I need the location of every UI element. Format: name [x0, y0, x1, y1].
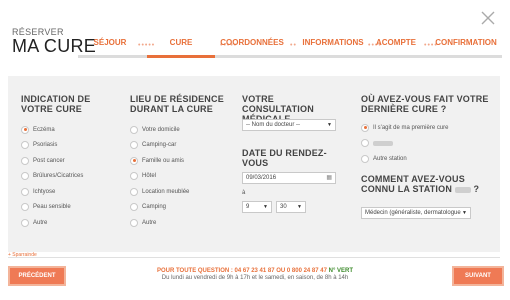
option-camping[interactable]: Camping	[130, 200, 230, 216]
option-brulures[interactable]: Brûlures/Cicatrices	[21, 169, 121, 185]
option-location[interactable]: Location meublée	[130, 184, 230, 200]
radio-icon[interactable]	[21, 187, 29, 196]
radio-icon[interactable]	[130, 187, 138, 196]
radio-icon[interactable]	[130, 218, 138, 227]
radio-icon[interactable]	[361, 139, 369, 148]
radio-icon[interactable]	[361, 123, 369, 132]
step-separator: •••••	[138, 42, 156, 49]
step-acompte[interactable]: ACOMPTE	[376, 38, 416, 47]
contact-info: POUR TOUTE QUESTION : 04 67 23 41 87 OU …	[110, 268, 400, 281]
option-domicile[interactable]: Votre domicile	[130, 122, 230, 138]
phone-free-label: N° VERT	[328, 268, 354, 274]
radio-icon[interactable]	[21, 218, 29, 227]
date-title: DATE DU RENDEZ-VOUS	[242, 148, 327, 168]
next-button[interactable]: SUIVANT	[452, 266, 504, 286]
knowledge-select[interactable]: Médecin (généraliste, dermatologue ▼	[361, 207, 471, 219]
option-autre[interactable]: Autre	[21, 215, 121, 231]
form-panel: INDICATION DE VOTRE CURE Eczéma Psoriasi…	[8, 76, 500, 252]
last-cure-section: OÙ AVEZ-VOUS FAIT VOTRE DERNIÈRE CURE ? …	[361, 94, 491, 167]
radio-icon[interactable]	[130, 203, 138, 212]
active-step-indicator	[147, 55, 215, 58]
option-post-cancer[interactable]: Post cancer	[21, 153, 121, 169]
indication-section: INDICATION DE VOTRE CURE Eczéma Psoriasi…	[21, 94, 121, 231]
knowledge-section: COMMENT AVEZ-VOUS CONNU LA STATION ?	[361, 174, 491, 194]
chevron-down-icon: ▼	[263, 204, 268, 210]
radio-icon[interactable]	[361, 154, 369, 163]
chevron-down-icon: ▼	[297, 204, 302, 210]
residence-title: LIEU DE RÉSIDENCE DURANT LA CURE	[130, 94, 224, 114]
residence-section: LIEU DE RÉSIDENCE DURANT LA CURE Votre d…	[130, 94, 230, 231]
radio-icon[interactable]	[130, 172, 138, 181]
hour-select[interactable]: 9 ▼	[242, 201, 272, 213]
date-input[interactable]: 09/03/2016 ▦	[242, 172, 336, 184]
option-psoriasis[interactable]: Psoriasis	[21, 138, 121, 154]
divider	[8, 257, 500, 258]
doctor-select[interactable]: -- Nom du docteur -- ▼	[242, 119, 336, 131]
indication-title: INDICATION DE VOTRE CURE	[21, 94, 91, 114]
radio-icon[interactable]	[21, 125, 29, 134]
blurred-text	[454, 186, 471, 193]
option-premiere-cure[interactable]: Il s'agit de ma première cure	[361, 120, 491, 136]
chevron-down-icon: ▼	[462, 210, 467, 216]
radio-icon[interactable]	[21, 141, 29, 150]
option-camping-car[interactable]: Camping-car	[130, 138, 230, 154]
step-separator: ••	[290, 42, 297, 49]
previous-button[interactable]: PRÉCÉDENT	[8, 266, 66, 286]
step-cure[interactable]: CURE	[170, 38, 193, 47]
knowledge-title: COMMENT AVEZ-VOUS CONNU LA STATION ?	[361, 174, 480, 194]
calendar-icon[interactable]: ▦	[326, 174, 332, 181]
step-coordonnees[interactable]: COORDONNÉES	[220, 38, 284, 47]
step-navigation: SÉJOUR ••••• CURE ••••• COORDONNÉES •• I…	[78, 36, 502, 58]
radio-icon[interactable]	[130, 141, 138, 150]
radio-icon[interactable]	[21, 172, 29, 181]
step-confirmation[interactable]: CONFIRMATION	[435, 38, 497, 47]
chevron-down-icon: ▼	[327, 122, 332, 128]
option-autre-station[interactable]: Autre station	[361, 151, 491, 167]
close-icon[interactable]	[480, 10, 496, 26]
minute-select[interactable]: 30 ▼	[276, 201, 306, 213]
option-autre[interactable]: Autre	[130, 215, 230, 231]
radio-icon[interactable]	[21, 203, 29, 212]
hour-prefix: à	[242, 190, 246, 196]
date-section: DATE DU RENDEZ-VOUS	[242, 148, 332, 168]
last-cure-title: OÙ AVEZ-VOUS FAIT VOTRE DERNIÈRE CURE ?	[361, 94, 489, 114]
radio-icon[interactable]	[130, 125, 138, 134]
radio-icon[interactable]	[130, 156, 138, 165]
step-sejour[interactable]: SÉJOUR	[94, 38, 127, 47]
option-eczema[interactable]: Eczéma	[21, 122, 121, 138]
option-hotel[interactable]: Hôtel	[130, 169, 230, 185]
step-informations[interactable]: INFORMATIONS	[302, 38, 363, 47]
radio-icon[interactable]	[21, 156, 29, 165]
option-blurred-station[interactable]	[361, 136, 491, 152]
option-famille[interactable]: Famille ou amis	[130, 153, 230, 169]
opening-hours: Du lundi au vendredi de 9h à 17h et le s…	[161, 275, 349, 281]
blurred-text	[373, 140, 393, 146]
option-ichtyose[interactable]: Ichtyose	[21, 184, 121, 200]
option-peau-sensible[interactable]: Peau sensible	[21, 200, 121, 216]
phone-text: POUR TOUTE QUESTION : 04 67 23 41 87 OU …	[156, 268, 327, 274]
